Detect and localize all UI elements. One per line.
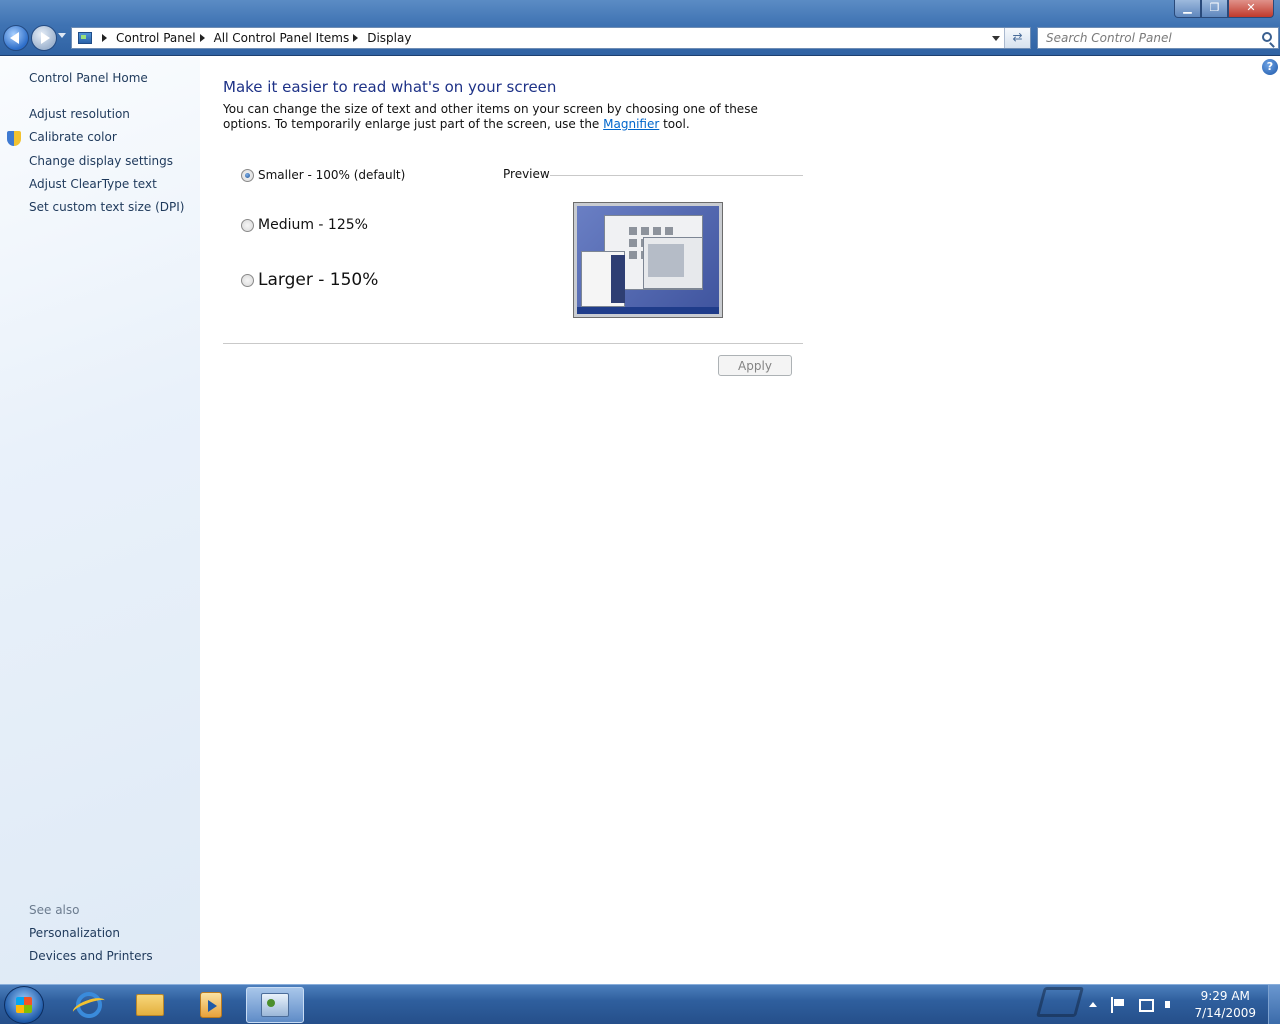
clock-time: 9:29 AM (1200, 989, 1250, 1003)
forward-button[interactable] (31, 25, 57, 51)
action-center-flag-icon[interactable] (1111, 997, 1127, 1013)
folder-icon (136, 994, 164, 1016)
recent-pages-dropdown[interactable] (58, 33, 66, 38)
option-medium-label: Medium - 125% (258, 217, 368, 233)
preview-window (643, 237, 703, 289)
preview-label: Preview (503, 167, 550, 181)
breadcrumb-separator-icon[interactable] (199, 34, 205, 42)
preview-divider (550, 175, 803, 176)
taskbar-control-panel[interactable] (246, 987, 304, 1023)
option-smaller-label: Smaller - 100% (default) (258, 168, 406, 182)
magnifier-link[interactable]: Magnifier (603, 117, 659, 131)
preview-screen (577, 206, 719, 314)
devices-printers-link[interactable]: Devices and Printers (29, 949, 153, 963)
adjust-resolution-link[interactable]: Adjust resolution (29, 107, 130, 121)
personalization-link[interactable]: Personalization (29, 926, 120, 940)
window-titlebar: ▁ ❐ ✕ Control Panel All Control Panel It… (0, 0, 1280, 56)
breadcrumb-all-items[interactable]: All Control Panel Items (214, 31, 350, 45)
search-icon[interactable] (1262, 32, 1272, 42)
control-panel-icon (261, 993, 289, 1017)
change-display-settings-link[interactable]: Change display settings (29, 154, 173, 168)
taskbar: 9:29 AM 7/14/2009 (0, 984, 1280, 1024)
back-arrow-icon (10, 32, 19, 44)
minimize-button[interactable]: ▁ (1174, 0, 1201, 18)
book-watermark-icon (1035, 987, 1085, 1017)
internet-explorer-icon (76, 992, 102, 1018)
show-desktop-button[interactable] (1268, 985, 1280, 1024)
breadcrumb-display[interactable]: Display (367, 31, 411, 45)
volume-icon[interactable] (1163, 997, 1179, 1013)
breadcrumb-control-panel[interactable]: Control Panel (116, 31, 196, 45)
window-controls: ▁ ❐ ✕ (1174, 0, 1274, 18)
description-text-end: tool. (659, 117, 690, 131)
radio-larger[interactable] (241, 273, 254, 287)
network-icon[interactable] (1137, 997, 1155, 1013)
uac-shield-icon (7, 131, 21, 146)
taskbar-internet-explorer[interactable] (60, 987, 118, 1023)
preview-start-menu (611, 255, 625, 303)
radio-smaller[interactable] (241, 168, 254, 182)
main-content: ? Make it easier to read what's on your … (200, 57, 1280, 984)
show-hidden-icons-icon[interactable] (1085, 997, 1101, 1013)
control-panel-home-link[interactable]: Control Panel Home (29, 71, 148, 85)
content-divider (223, 343, 803, 344)
search-box[interactable] (1037, 27, 1279, 49)
breadcrumb-separator-icon[interactable] (102, 34, 107, 42)
left-task-pane: Control Panel Home Adjust resolution Cal… (0, 57, 200, 984)
media-player-icon (200, 992, 222, 1018)
clock[interactable]: 9:29 AM 7/14/2009 (1194, 988, 1256, 1022)
help-icon[interactable]: ? (1262, 59, 1278, 75)
breadcrumb-separator-icon[interactable] (353, 34, 359, 42)
option-medium[interactable]: Medium - 125% (241, 217, 368, 233)
maximize-button[interactable]: ❐ (1201, 0, 1228, 18)
address-dropdown-icon[interactable] (992, 36, 1000, 41)
taskbar-media-player[interactable] (182, 987, 240, 1023)
apply-button[interactable]: Apply (718, 355, 792, 376)
see-also-heading: See also (29, 903, 80, 917)
address-bar[interactable]: Control Panel All Control Panel Items Di… (71, 27, 1031, 49)
clock-date: 7/14/2009 (1194, 1006, 1256, 1020)
system-tray: 9:29 AM 7/14/2009 (1080, 985, 1280, 1024)
radio-medium[interactable] (241, 218, 254, 232)
taskbar-windows-explorer[interactable] (121, 987, 179, 1023)
preview-image (573, 202, 723, 318)
search-input[interactable] (1046, 31, 1246, 45)
refresh-button[interactable]: ⇄ (1004, 28, 1030, 48)
adjust-cleartype-link[interactable]: Adjust ClearType text (29, 177, 157, 191)
start-button[interactable] (4, 986, 44, 1024)
back-button[interactable] (3, 25, 29, 51)
option-larger[interactable]: Larger - 150% (241, 270, 378, 290)
custom-text-size-link[interactable]: Set custom text size (DPI) (29, 200, 184, 214)
forward-arrow-icon (41, 32, 50, 44)
page-description: You can change the size of text and othe… (223, 102, 783, 132)
option-smaller[interactable]: Smaller - 100% (default) (241, 168, 405, 182)
control-panel-icon (78, 32, 92, 44)
calibrate-color-link[interactable]: Calibrate color (29, 130, 117, 144)
close-button[interactable]: ✕ (1228, 0, 1274, 18)
page-title: Make it easier to read what's on your sc… (223, 78, 557, 96)
option-larger-label: Larger - 150% (258, 270, 379, 290)
preview-taskbar (577, 307, 719, 314)
